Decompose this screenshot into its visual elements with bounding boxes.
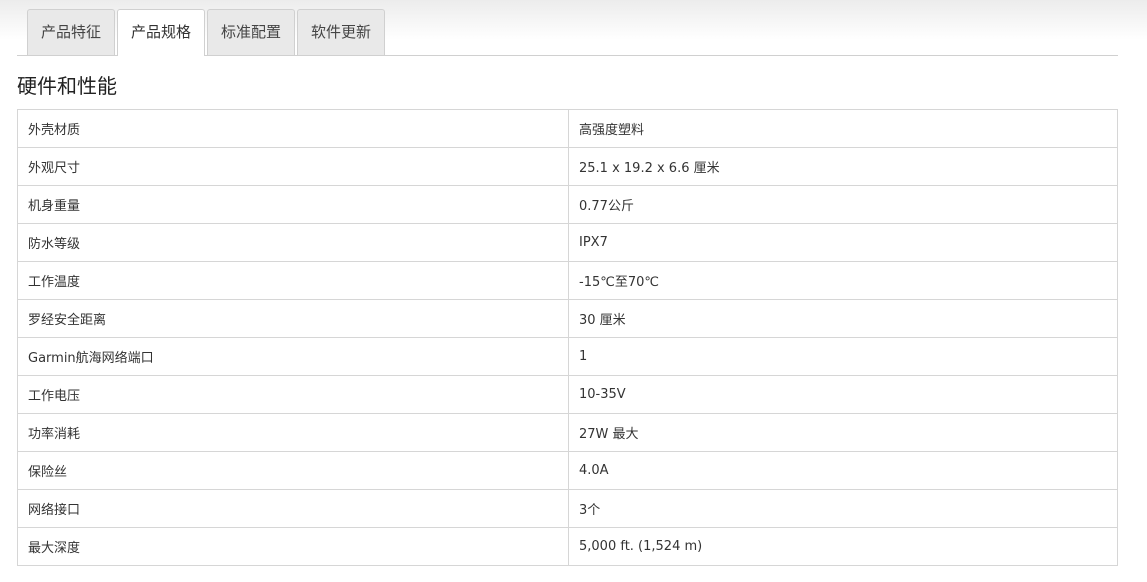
spec-label: 罗经安全距离 (17, 299, 569, 338)
spec-label: 外观尺寸 (17, 147, 569, 186)
spec-label: 工作电压 (17, 375, 569, 414)
tab-software-updates[interactable]: 软件更新 (297, 9, 386, 55)
spec-label: 网络接口 (17, 489, 569, 528)
spec-label: 工作温度 (17, 261, 569, 300)
spec-value: 30 厘米 (568, 299, 1118, 338)
table-row: 功率消耗 27W 最大 (17, 413, 1118, 452)
spec-label: 外壳材质 (17, 109, 569, 148)
spec-value: 0.77公斤 (568, 185, 1118, 224)
spec-value: IPX7 (568, 223, 1118, 262)
spec-table: 外壳材质 高强度塑料 外观尺寸 25.1 x 19.2 x 6.6 厘米 机身重… (17, 109, 1118, 566)
table-row: 机身重量 0.77公斤 (17, 185, 1118, 224)
spec-value: 4.0A (568, 451, 1118, 490)
table-row: 工作电压 10-35V (17, 375, 1118, 414)
spec-label: 防水等级 (17, 223, 569, 262)
spec-value: 25.1 x 19.2 x 6.6 厘米 (568, 147, 1118, 186)
table-row: Garmin航海网络端口 1 (17, 337, 1118, 376)
spec-label: 功率消耗 (17, 413, 569, 452)
table-row: 保险丝 4.0A (17, 451, 1118, 490)
spec-value: 27W 最大 (568, 413, 1118, 452)
spec-value: 1 (568, 337, 1118, 376)
table-row: 外观尺寸 25.1 x 19.2 x 6.6 厘米 (17, 147, 1118, 186)
spec-value: 5,000 ft. (1,524 m) (568, 527, 1118, 566)
table-row: 外壳材质 高强度塑料 (17, 109, 1118, 148)
spec-value: 高强度塑料 (568, 109, 1118, 148)
table-row: 罗经安全距离 30 厘米 (17, 299, 1118, 338)
spec-value: 3个 (568, 489, 1118, 528)
table-row: 防水等级 IPX7 (17, 223, 1118, 262)
spec-value: -15℃至70℃ (568, 261, 1118, 300)
tab-product-features[interactable]: 产品特征 (27, 9, 116, 55)
spec-label: 保险丝 (17, 451, 569, 490)
section-title: 硬件和性能 (17, 74, 117, 98)
tab-bar: 产品特征 产品规格 标准配置 软件更新 (27, 9, 386, 56)
spec-value: 10-35V (568, 375, 1118, 414)
tab-product-specs[interactable]: 产品规格 (117, 9, 206, 56)
table-row: 工作温度 -15℃至70℃ (17, 261, 1118, 300)
table-row: 网络接口 3个 (17, 489, 1118, 528)
table-row: 最大深度 5,000 ft. (1,524 m) (17, 527, 1118, 566)
spec-label: 机身重量 (17, 185, 569, 224)
spec-label: 最大深度 (17, 527, 569, 566)
tab-standard-config[interactable]: 标准配置 (207, 9, 296, 55)
spec-label: Garmin航海网络端口 (17, 337, 569, 376)
